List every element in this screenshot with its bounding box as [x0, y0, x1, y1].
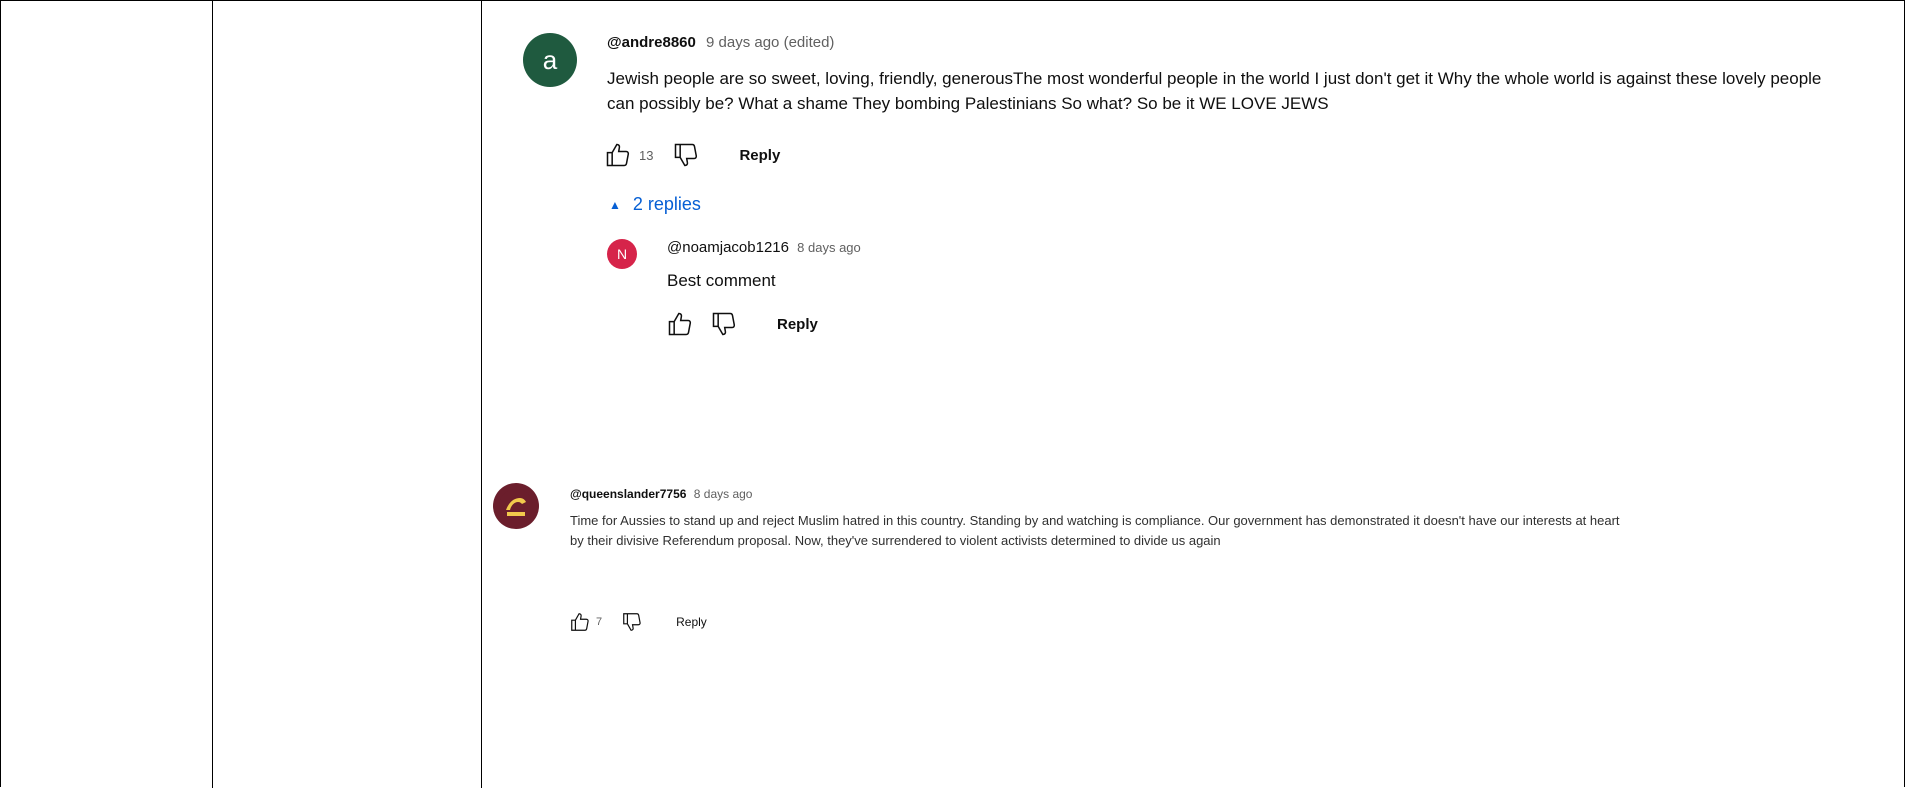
thumb-up-icon[interactable]	[603, 141, 633, 169]
reply-button[interactable]: Reply	[676, 615, 707, 629]
reply-text: Best comment	[667, 271, 776, 290]
thumb-down-icon[interactable]	[620, 611, 644, 633]
reply-time[interactable]: 8 days ago	[797, 240, 861, 255]
comment-thread: a @andre8860 9 days ago (edited) Jewish …	[483, 3, 1883, 353]
comment-time[interactable]: 8 days ago	[694, 487, 753, 501]
reply-author[interactable]: @noamjacob1216	[667, 239, 789, 256]
comments-panel: a @andre8860 9 days ago (edited) Jewish …	[483, 3, 1903, 788]
reply-item: N @noamjacob1216 8 days ago Best comment	[603, 228, 1503, 348]
comment-time[interactable]: 9 days ago (edited)	[706, 34, 834, 51]
replies-toggle[interactable]: ▲ 2 replies	[609, 194, 701, 215]
comment-thread: @queenslander7756 8 days ago Time for Au…	[493, 473, 1693, 643]
comment-text: Jewish people are so sweet, loving, frie…	[607, 69, 1822, 113]
column-divider	[212, 0, 213, 788]
avatar-letter: N	[616, 246, 628, 262]
thumb-down-icon[interactable]	[671, 141, 701, 169]
reply-button[interactable]: Reply	[739, 147, 780, 164]
reply-header: @noamjacob1216 8 days ago	[667, 239, 861, 256]
column-divider	[481, 0, 482, 788]
comment-actions: 13 Reply	[603, 141, 780, 169]
comment-text: Time for Aussies to stand up and reject …	[570, 513, 1620, 549]
like-count: 7	[596, 616, 603, 628]
avatar[interactable]: N	[607, 239, 637, 269]
thumb-up-icon[interactable]	[665, 310, 695, 338]
comment-actions: 7 Reply	[568, 611, 707, 633]
thumb-up-icon[interactable]	[568, 611, 592, 633]
reply-button[interactable]: Reply	[777, 316, 818, 333]
caret-up-icon: ▲	[609, 197, 621, 212]
replies-toggle-label: 2 replies	[632, 194, 701, 214]
comment-header: @andre8860 9 days ago (edited)	[607, 34, 834, 51]
reply-actions: Reply	[665, 310, 818, 338]
comment-header: @queenslander7756 8 days ago	[570, 487, 752, 501]
avatar-letter: a	[542, 44, 558, 75]
comment-author[interactable]: @andre8860	[607, 34, 696, 51]
avatar[interactable]: a	[523, 33, 577, 87]
avatar[interactable]	[493, 483, 539, 529]
thumb-down-icon[interactable]	[709, 310, 739, 338]
comment-author[interactable]: @queenslander7756	[570, 487, 686, 501]
like-count: 13	[639, 147, 654, 163]
team-logo-icon	[499, 489, 533, 523]
